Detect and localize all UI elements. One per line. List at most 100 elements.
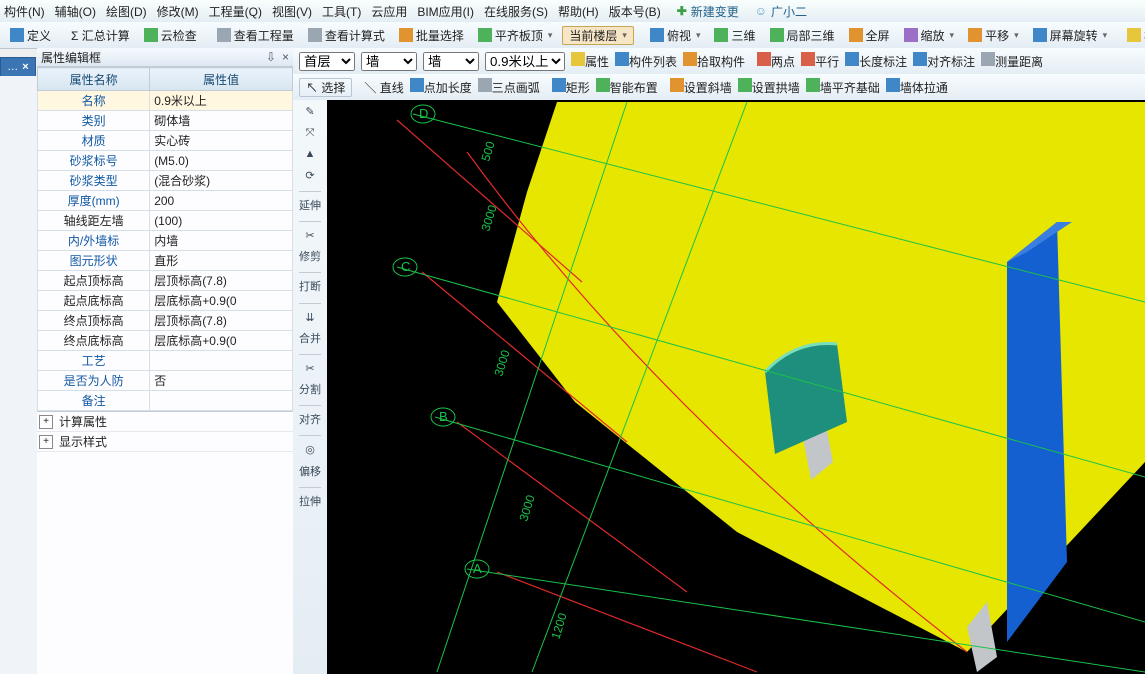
side-tool[interactable]: ◎ [305, 444, 315, 457]
property-value[interactable]: 层底标高+0.9(0 [150, 291, 293, 311]
side-tool[interactable]: 打断 [299, 281, 321, 294]
property-value[interactable]: 层顶标高(7.8) [150, 311, 293, 331]
side-tool[interactable]: ✂ [305, 230, 314, 243]
left-module-tab[interactable]: … × [0, 57, 36, 77]
side-tool[interactable]: 修剪 [299, 251, 321, 264]
align-dim-button[interactable]: 对齐标注 [913, 52, 975, 70]
viewport-canvas[interactable]: D C B A 500 3000 3000 3000 1200 [327, 100, 1145, 674]
current-floor-button[interactable]: 当前楼层 [562, 26, 634, 45]
property-value[interactable]: (100) [150, 211, 293, 231]
menu-aux-axis[interactable]: 辅轴(O) [55, 3, 96, 20]
side-tool[interactable]: 拉伸 [299, 496, 321, 509]
menu-version[interactable]: 版本号(B) [609, 3, 661, 20]
property-row[interactable]: 起点底标高层底标高+0.9(0 [38, 291, 293, 311]
expand-icon[interactable]: + [39, 415, 53, 429]
menu-component[interactable]: 构件(N) [4, 3, 45, 20]
menu-bim[interactable]: BIM应用(I) [417, 3, 474, 20]
floor-select[interactable]: 首层 [299, 52, 355, 71]
property-row[interactable]: 起点顶标高层顶标高(7.8) [38, 271, 293, 291]
menu-draw[interactable]: 绘图(D) [106, 3, 147, 20]
pan-button[interactable]: 平移 [964, 26, 1023, 45]
zoom-button[interactable]: 缩放 [900, 26, 959, 45]
pick-button[interactable]: 拾取构件 [683, 52, 745, 70]
property-row[interactable]: 内/外墙标内墙 [38, 231, 293, 251]
batch-select-button[interactable]: 批量选择 [395, 26, 468, 45]
property-value[interactable]: 内墙 [150, 231, 293, 251]
property-value[interactable]: 层底标高+0.9(0 [150, 331, 293, 351]
side-tool[interactable]: 合并 [299, 333, 321, 346]
define-button[interactable]: 定义 [6, 26, 55, 45]
property-value[interactable]: (混合砂浆) [150, 171, 293, 191]
wall-base-tool[interactable]: 墙平齐基础 [806, 78, 880, 96]
property-row[interactable]: 图元形状直形 [38, 251, 293, 271]
distance-button[interactable]: 测量距离 [981, 52, 1043, 70]
type-select[interactable]: 墙 [423, 52, 479, 71]
side-tool[interactable]: ⤧ [306, 127, 315, 140]
property-row[interactable]: 类别砌体墙 [38, 111, 293, 131]
wall-extend-tool[interactable]: 墙体拉通 [886, 78, 948, 96]
property-value[interactable] [150, 391, 293, 411]
three-d-button[interactable]: 三维 [710, 26, 759, 45]
side-tool[interactable]: 延伸 [299, 200, 321, 213]
property-value[interactable] [150, 351, 293, 371]
side-tool[interactable]: 偏移 [299, 466, 321, 479]
property-row[interactable]: 终点顶标高层顶标高(7.8) [38, 311, 293, 331]
property-row[interactable]: 是否为人防否 [38, 371, 293, 391]
user-button[interactable]: ☺ 广小二 [755, 3, 807, 20]
property-row[interactable]: 砂浆标号(M5.0) [38, 151, 293, 171]
slope-tool[interactable]: 设置斜墙 [670, 78, 732, 96]
two-pt-button[interactable]: 两点 [757, 52, 795, 70]
property-row[interactable]: 材质实心砖 [38, 131, 293, 151]
property-value[interactable]: 层顶标高(7.8) [150, 271, 293, 291]
expand-icon[interactable]: + [39, 435, 53, 449]
side-tool[interactable]: 对齐 [299, 414, 321, 427]
side-tool[interactable]: ⇊ [305, 312, 314, 325]
property-row[interactable]: 砂浆类型(混合砂浆) [38, 171, 293, 191]
property-value[interactable]: 砌体墙 [150, 111, 293, 131]
property-value[interactable]: (M5.0) [150, 151, 293, 171]
menu-help[interactable]: 帮助(H) [558, 3, 599, 20]
property-tree-row[interactable]: +计算属性 [37, 412, 293, 432]
element-select[interactable]: 0.9米以上 [485, 52, 565, 71]
arc-tool[interactable]: 三点画弧 [478, 78, 540, 96]
align-slab-button[interactable]: 平齐板顶 [474, 26, 557, 45]
menu-online[interactable]: 在线服务(S) [484, 3, 548, 20]
property-value[interactable]: 0.9米以上 [150, 91, 293, 111]
ptlen-tool[interactable]: 点加长度 [410, 78, 472, 96]
category-select[interactable]: 墙 [361, 52, 417, 71]
fullscreen-button[interactable]: 全屏 [845, 26, 894, 45]
property-value[interactable]: 否 [150, 371, 293, 391]
property-row[interactable]: 备注 [38, 391, 293, 411]
side-tool[interactable]: ▲ [305, 148, 316, 161]
elem-list-button[interactable]: 构件列表 [615, 52, 677, 70]
cloud-check-button[interactable]: 云检查 [140, 26, 201, 45]
property-row[interactable]: 厚度(mm)200 [38, 191, 293, 211]
side-tool[interactable]: ✎ [305, 106, 314, 119]
property-value[interactable]: 实心砖 [150, 131, 293, 151]
persp-button[interactable]: 俯视 [646, 26, 705, 45]
menu-tools[interactable]: 工具(T) [322, 3, 361, 20]
length-dim-button[interactable]: 长度标注 [845, 52, 907, 70]
sum-button[interactable]: Σ 汇总计算 [67, 26, 134, 45]
menu-modify[interactable]: 修改(M) [157, 3, 199, 20]
property-row[interactable]: 轴线距左墙(100) [38, 211, 293, 231]
screen-rotate-button[interactable]: 屏幕旋转 [1029, 26, 1112, 45]
property-row[interactable]: 名称0.9米以上 [38, 91, 293, 111]
arch-tool[interactable]: 设置拱墙 [738, 78, 800, 96]
property-row[interactable]: 工艺 [38, 351, 293, 371]
select-tool[interactable]: ↖ 选择 [299, 78, 352, 97]
close-icon[interactable]: × [282, 50, 289, 64]
property-tree-row[interactable]: +显示样式 [37, 432, 293, 452]
view-qty-button[interactable]: 查看工程量 [213, 26, 298, 45]
partial-3d-button[interactable]: 局部三维 [766, 26, 839, 45]
rect-tool[interactable]: 矩形 [552, 78, 590, 96]
property-row[interactable]: 终点底标高层底标高+0.9(0 [38, 331, 293, 351]
property-value[interactable]: 直形 [150, 251, 293, 271]
menu-qty[interactable]: 工程量(Q) [209, 3, 262, 20]
pin-icon[interactable]: ⇩ [266, 50, 276, 64]
menu-view[interactable]: 视图(V) [272, 3, 312, 20]
menu-cloud[interactable]: 云应用 [371, 3, 407, 20]
view-formula-button[interactable]: 查看计算式 [304, 26, 389, 45]
elem-visual-button[interactable]: 构件图元 [1123, 26, 1145, 45]
attr-button[interactable]: 属性 [571, 52, 609, 70]
